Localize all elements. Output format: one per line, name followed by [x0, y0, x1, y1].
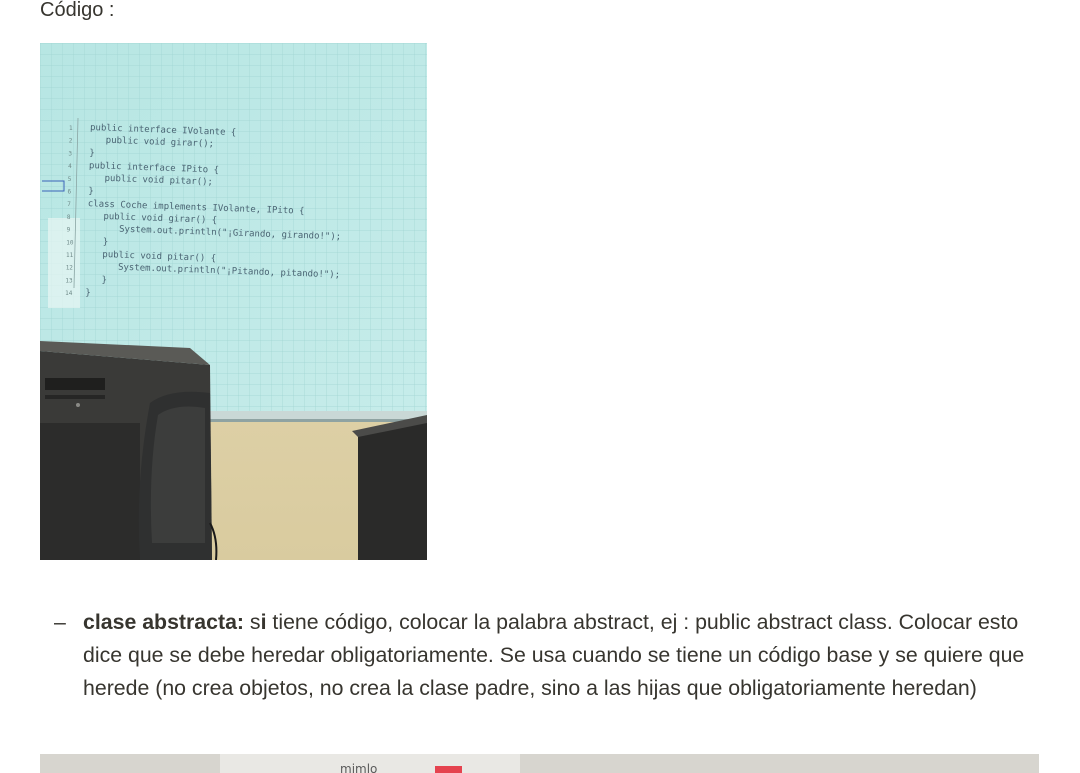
code-line: }	[103, 237, 109, 247]
code-line: }	[89, 148, 95, 158]
code-line-number: 12	[66, 265, 74, 272]
code-line-number: 5	[68, 176, 72, 183]
second-photo: mimlo	[40, 754, 1039, 773]
code-heading: Código :	[40, 0, 115, 21]
bullet-dash: –	[54, 610, 66, 634]
code-line: }	[101, 275, 107, 285]
code-line-number: 14	[65, 290, 73, 297]
code-line-number: 1	[69, 125, 73, 132]
code-line: }	[88, 187, 94, 197]
code-line-number: 3	[68, 150, 72, 157]
code-line-number: 13	[65, 277, 73, 284]
code-line-number: 10	[66, 239, 74, 246]
code-line-number: 2	[69, 138, 73, 145]
code-line-number: 6	[68, 189, 72, 196]
code-line: }	[85, 288, 91, 298]
code-line-number: 4	[68, 163, 72, 170]
bullet-s-part: s	[244, 610, 261, 634]
code-line-number: 7	[67, 201, 71, 208]
code-line-number: 9	[67, 227, 71, 234]
abstract-class-bullet: – clase abstracta: si tiene código, colo…	[40, 606, 1040, 705]
photo2-partial-text: mimlo	[340, 762, 377, 773]
code-line-number: 8	[67, 214, 71, 221]
whiteboard-code-photo: 1 2 3 4 5 6 7 8 9 10 11 12 13 14 public interface IVo…	[40, 43, 427, 560]
bullet-text: clase abstracta: si tiene código, coloca…	[83, 606, 1040, 705]
bullet-term: clase abstracta:	[83, 610, 245, 634]
code-line-number: 11	[66, 252, 74, 259]
